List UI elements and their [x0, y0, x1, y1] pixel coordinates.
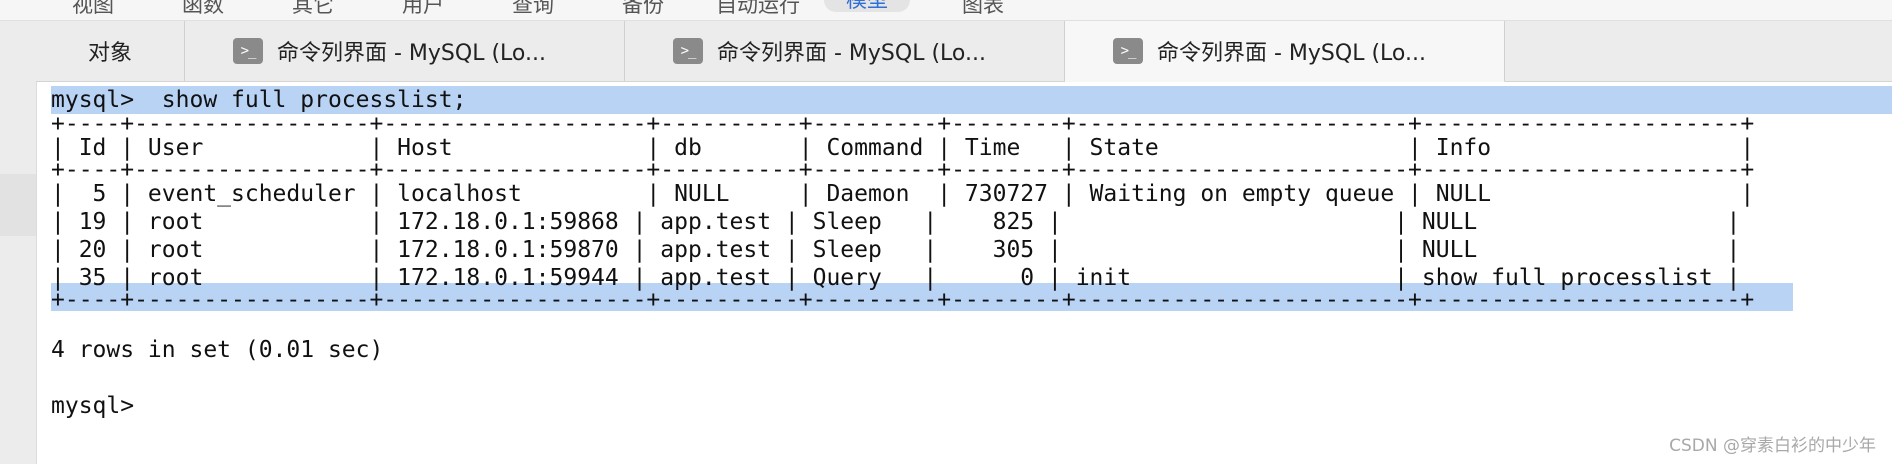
toolbar-menubar: 视图 函数 其它 用户 查询 备份 自动运行 模型 图表 — [0, 0, 1892, 21]
table-row: | 20 | root | 172.18.0.1:59870 | app.tes… — [51, 237, 1741, 263]
tab-label: 命令列界面 - MySQL (Lo... — [717, 41, 986, 66]
tab-objects-label: 对象 — [87, 41, 132, 66]
tab-command-line-3-active[interactable]: >_ 命令列界面 - MySQL (Lo... — [1065, 21, 1505, 82]
terminal-icon: >_ — [233, 38, 263, 64]
terminal-icon: >_ — [673, 38, 703, 64]
menu-item-backup[interactable]: 备份 — [622, 0, 664, 19]
menu-item-others[interactable]: 其它 — [292, 0, 334, 19]
table-border-bottom: +----+-----------------+----------------… — [51, 287, 1755, 313]
menu-item-view[interactable]: 视图 — [72, 0, 114, 19]
terminal-console[interactable]: mysql> show full processlist; +----+----… — [37, 82, 1892, 464]
prompt-line[interactable]: mysql> — [51, 392, 134, 420]
sidebar-selection-mark — [0, 174, 36, 236]
menu-item-functions[interactable]: 函数 — [182, 0, 224, 19]
tab-objects[interactable]: 对象 — [36, 21, 185, 81]
menu-item-query[interactable]: 查询 — [512, 0, 554, 19]
tab-label: 命令列界面 - MySQL (Lo... — [277, 41, 546, 66]
table-row: | 19 | root | 172.18.0.1:59868 | app.tes… — [51, 209, 1741, 235]
navicat-window: 视图 函数 其它 用户 查询 备份 自动运行 模型 图表 对象 >_ 命令列界面… — [0, 0, 1892, 464]
tab-label: 命令列界面 - MySQL (Lo... — [1157, 41, 1426, 66]
result-summary: 4 rows in set (0.01 sec) — [51, 337, 384, 363]
menu-item-automation[interactable]: 自动运行 — [716, 0, 800, 19]
menu-item-model[interactable]: 模型 — [824, 0, 910, 12]
terminal-icon: >_ — [1113, 38, 1143, 64]
table-row: | 5 | event_scheduler | localhost | NULL… — [51, 181, 1755, 207]
watermark-text: CSDN @穿素白衫的中少年 — [1669, 436, 1876, 456]
menu-item-users[interactable]: 用户 — [402, 0, 444, 19]
tab-bar: 对象 >_ 命令列界面 - MySQL (Lo... >_ 命令列界面 - My… — [36, 21, 1892, 82]
tab-command-line-1[interactable]: >_ 命令列界面 - MySQL (Lo... — [185, 21, 625, 81]
tab-command-line-2[interactable]: >_ 命令列界面 - MySQL (Lo... — [625, 21, 1065, 81]
left-sidebar-edge — [0, 21, 37, 464]
menu-item-charts[interactable]: 图表 — [962, 0, 1004, 19]
